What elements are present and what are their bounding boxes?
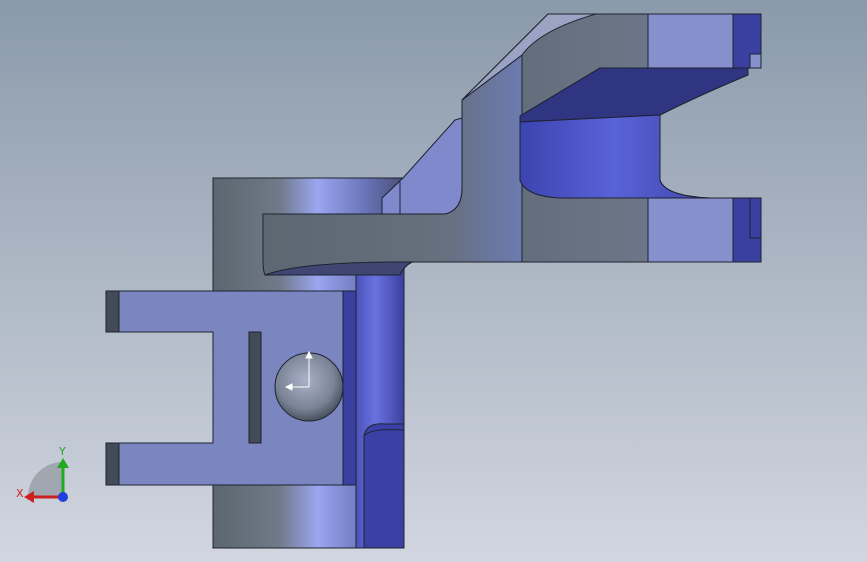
triad-z-axis: [58, 492, 68, 502]
triad-y-label: Y: [58, 445, 66, 458]
clevis-bottom-edge: [105, 442, 120, 486]
triad-x-label: X: [16, 487, 24, 500]
clevis-top-edge: [105, 290, 120, 333]
fork-top-face: [647, 13, 734, 69]
fork-bottom-face: [647, 197, 734, 263]
clevis-inner-face: [248, 331, 262, 444]
graphics-viewport[interactable]: Y X: [0, 0, 867, 562]
fork-end-bottom-notch: [749, 197, 762, 239]
fork-end-top-notch: [749, 53, 762, 69]
model-canvas[interactable]: Y X: [0, 0, 867, 562]
clevis-side-strip: [342, 290, 357, 486]
shaft-cutout: [363, 423, 405, 549]
